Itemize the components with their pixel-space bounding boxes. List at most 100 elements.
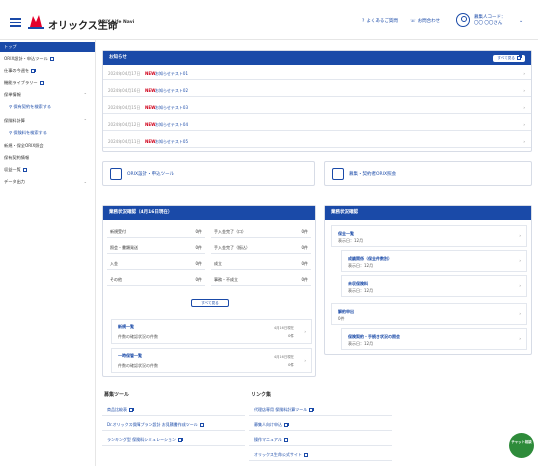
resource-link[interactable]: 募集人向け申込 [249,418,392,431]
notice-title[interactable]: お知らせテスト05 [155,135,188,148]
tool-link[interactable]: 商品比較表 [102,403,245,416]
panel-item[interactable]: 保全一覧 表示日：12月 › [331,225,527,247]
panel-item[interactable]: 未収保険料 表示日：12月 › [341,275,527,297]
business-status-title: 業務状況確認（4月16日現在） [103,206,315,220]
chevron-down-icon[interactable]: ⌄ [519,18,523,24]
orix-tool-label: ORIX設計・申込ツール [127,172,175,177]
chevron-right-icon: › [519,311,521,316]
faq-link[interactable]: ? よくあるご質問 [362,18,398,25]
external-link-icon [303,452,309,457]
external-link-icon [49,56,55,61]
stat-cell[interactable]: 手入金完了（振込） 0件 [211,242,311,254]
stat-cell[interactable]: 成立 0件 [211,258,311,270]
sidebar-item-earnings[interactable]: 収益一覧 [0,165,95,175]
external-link-icon [178,437,183,442]
panel-item-title: 未収保険料 [348,281,368,286]
stat-cell[interactable]: 事務・不成立 0件 [211,274,311,286]
phone-icon: ☏ [410,18,416,24]
stat-cell[interactable]: その他 0件 [107,274,205,286]
box-count: 0件 [288,334,294,338]
panel-item-sub: 表示日：12月 [338,238,364,243]
tool-link[interactable]: Dr.オリックス保障プラン設計 お見積書作成ツール [102,418,245,431]
new-badge: NEW [145,139,156,144]
notice-title[interactable]: お知らせテスト02 [155,84,188,97]
contact-link[interactable]: ☏ お問合わせ [410,18,440,25]
notice-title[interactable]: お知らせテスト04 [155,118,188,131]
notice-row[interactable]: 2024年04月15日 NEW お知らせテスト03 › [103,101,531,114]
status-panel-card: 業務状況確認 保全一覧 表示日：12月 › 成績関係（保全件数別） 表示日：12… [324,205,532,355]
notice-title[interactable]: お知らせテスト03 [155,101,188,114]
chevron-right-icon: › [523,139,525,144]
chevron-up-icon: ⌃ [83,92,87,97]
orix-tool-tile[interactable]: ORIX設計・申込ツール [102,161,315,186]
recruit-tools-title: 募集ツール [104,392,130,398]
chevron-right-icon: › [519,258,521,263]
external-link-icon [39,80,45,85]
top-header: オリックス生命 ORIX Life Navi ? よくあるご質問 ☏ お問合わせ… [0,0,538,40]
links-title: リンク集 [251,392,272,398]
external-link-icon [284,422,289,427]
user-info[interactable]: 募集人コード： 〇〇 〇〇さん [474,15,506,27]
external-link-icon [129,407,134,412]
tool-link[interactable]: ランキング型 保険料シミュレーション [102,433,245,446]
panel-item[interactable]: 解約申出 0件 › [331,303,527,325]
external-link-icon [283,437,289,442]
new-badge: NEW [145,88,156,93]
notice-date: 2024年04月11日 [108,139,141,144]
box-count: 0件 [288,363,294,367]
panel-item-sub: 0件 [338,316,345,321]
panel-item-sub: 表示日：12月 [348,263,374,268]
stat-cell[interactable]: 照会・書類発送 0件 [107,242,205,254]
sidebar-item-new-maintain[interactable]: 新規・保全ORIX照会 [0,141,95,151]
notices-title: お知らせ [103,51,531,65]
stat-cell[interactable]: 入金 0件 [107,258,205,270]
box-date: 4月16日現在 [273,326,294,330]
stats-more-button[interactable]: すべて見る [191,299,229,307]
stat-cell[interactable]: 新規受付 0件 [107,226,205,238]
new-badge: NEW [145,71,156,76]
menu-icon[interactable] [10,18,21,27]
stat-cell[interactable]: 手入金完了（口） 0件 [211,226,311,238]
notice-row[interactable]: 2024年04月17日 NEW お知らせテスト01 › [103,67,531,80]
notice-row[interactable]: 2024年04月11日 NEW お知らせテスト05 › [103,135,531,148]
chat-help-badge[interactable]: チャット相談 [509,433,534,458]
chevron-right-icon: › [523,105,525,110]
notice-title[interactable]: お知らせテスト01 [155,67,188,80]
sidebar-item-data-export[interactable]: データ出力 ⌄ [0,177,95,187]
sidebar-item-policy-search[interactable]: ⚲ 保有契約を検索する [0,102,95,112]
panel-item[interactable]: 保険契約・手続き状況の照会 表示日：12月 › [341,328,527,350]
sidebar-item-premium[interactable]: 保険料計算 ⌃ [0,116,95,126]
panel-item[interactable]: 成績関係（保全件数別） 表示日：12月 › [341,250,527,272]
notice-row[interactable]: 2024年04月16日 NEW お知らせテスト02 › [103,84,531,97]
temp-list-box[interactable]: 一時保管一覧 件数の確認状況の件数 4月16日現在 0件 › [111,348,312,373]
user-avatar-icon[interactable] [456,13,470,27]
resource-link[interactable]: 代理店専用 保険料計算ツール [249,403,392,416]
inquiry-tile[interactable]: 募集・契約者ORIX照会 [324,161,532,186]
inquiry-label: 募集・契約者ORIX照会 [349,172,397,177]
chevron-right-icon: › [523,122,525,127]
sidebar: トップ ORIX設計・申込ツール 仕事の今週を 機能ライブラリー 保単情報 ⌃ ⚲… [0,40,96,466]
new-badge: NEW [145,105,156,110]
sidebar-item-holdings[interactable]: 保有契約情報 [0,153,95,163]
chevron-right-icon: › [523,88,525,93]
sidebar-item-premium-search[interactable]: ⚲ 保険料を検索する [0,128,95,138]
brand-sub: ORIX Life Navi [98,20,135,25]
panel-item-title: 保険契約・手続き状況の照会 [348,334,400,339]
notices-all-button[interactable]: すべて見る [493,54,525,62]
orix-logo-icon[interactable] [27,13,45,31]
chevron-right-icon: › [519,233,521,238]
sidebar-item-top[interactable]: トップ [0,42,95,52]
sidebar-item-policy-info[interactable]: 保単情報 ⌃ [0,90,95,100]
notice-row[interactable]: 2024年04月12日 NEW お知らせテスト04 › [103,118,531,131]
sidebar-item-library[interactable]: 機能ライブラリー [0,78,95,88]
sidebar-item-orix-tool[interactable]: ORIX設計・申込ツール [0,54,95,64]
new-list-box[interactable]: 新規一覧 件数の確認状況の件数 4月16日現在 0件 › [111,319,312,344]
sidebar-item-weekly[interactable]: 仕事の今週を [0,66,95,76]
panel-item-title: 解約申出 [338,309,354,314]
business-status-card: 業務状況確認（4月16日現在） 新規受付 0件 照会・書類発送 0件 入金 0件 その… [102,205,316,377]
resource-link[interactable]: 操作マニュアル [249,433,392,446]
resource-link[interactable]: オリックス生命公式サイト [249,448,392,461]
calculator-icon [110,168,122,180]
external-link-icon [309,407,314,412]
new-badge: NEW [145,122,156,127]
